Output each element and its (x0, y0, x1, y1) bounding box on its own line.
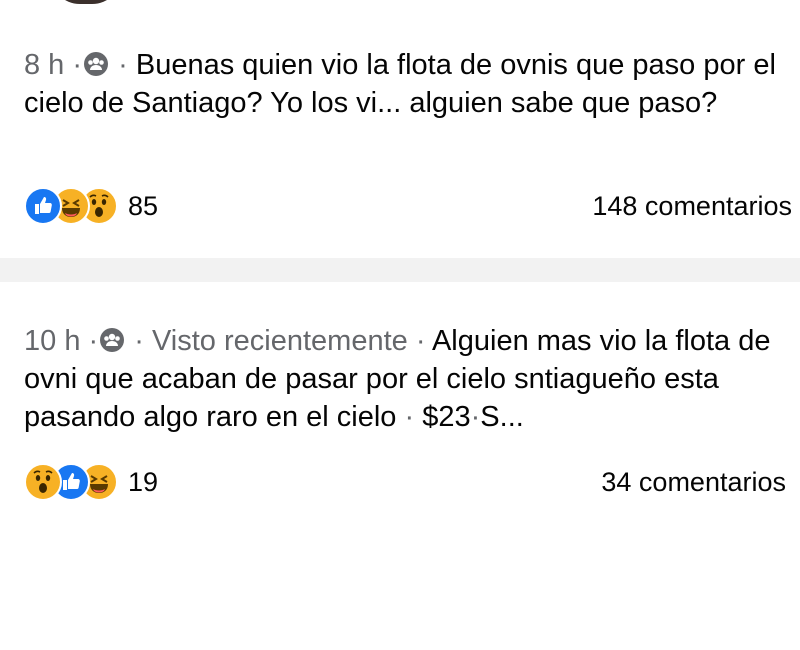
reactions-bar: 19 34 comentarios (24, 462, 792, 502)
wow-icon (24, 463, 62, 501)
reaction-count[interactable]: 19 (128, 467, 158, 498)
meta-separator: · (88, 325, 99, 357)
post-body[interactable]: 10 h · · Visto recientemente · Alguien m… (24, 322, 794, 436)
comments-count[interactable]: 34 comentarios (601, 467, 786, 498)
group-audience-icon (100, 328, 125, 352)
post-timestamp[interactable]: 8 h (24, 49, 64, 81)
post-timestamp[interactable]: 10 h (24, 325, 80, 357)
price-tag: $23 (422, 401, 471, 433)
meta-separator: · (118, 49, 128, 81)
like-icon (24, 187, 62, 225)
meta-separator: · (134, 325, 144, 357)
meta-separator: · (415, 325, 426, 357)
meta-separator: · (404, 401, 415, 433)
avatar[interactable] (50, 0, 122, 4)
post-text: Buenas quien vio la flota de ovnis que p… (24, 49, 776, 119)
truncated-suffix[interactable]: S... (480, 401, 524, 433)
post-card: 10 h · · Visto recientemente · Alguien m… (0, 282, 800, 530)
post-body[interactable]: 8 h · · Buenas quien vio la flota de ovn… (24, 46, 794, 122)
feed-background (0, 530, 800, 650)
post-card: 8 h · · Buenas quien vio la flota de ovn… (0, 0, 800, 258)
meta-separator: · (72, 49, 83, 81)
group-audience-icon (84, 52, 109, 76)
reactions-bar: 85 148 comentarios (24, 186, 792, 226)
comments-count[interactable]: 148 comentarios (592, 191, 792, 222)
reaction-count[interactable]: 85 (128, 191, 158, 222)
meta-separator: · (470, 401, 481, 433)
recently-seen-tag: Visto recientemente (151, 325, 408, 357)
